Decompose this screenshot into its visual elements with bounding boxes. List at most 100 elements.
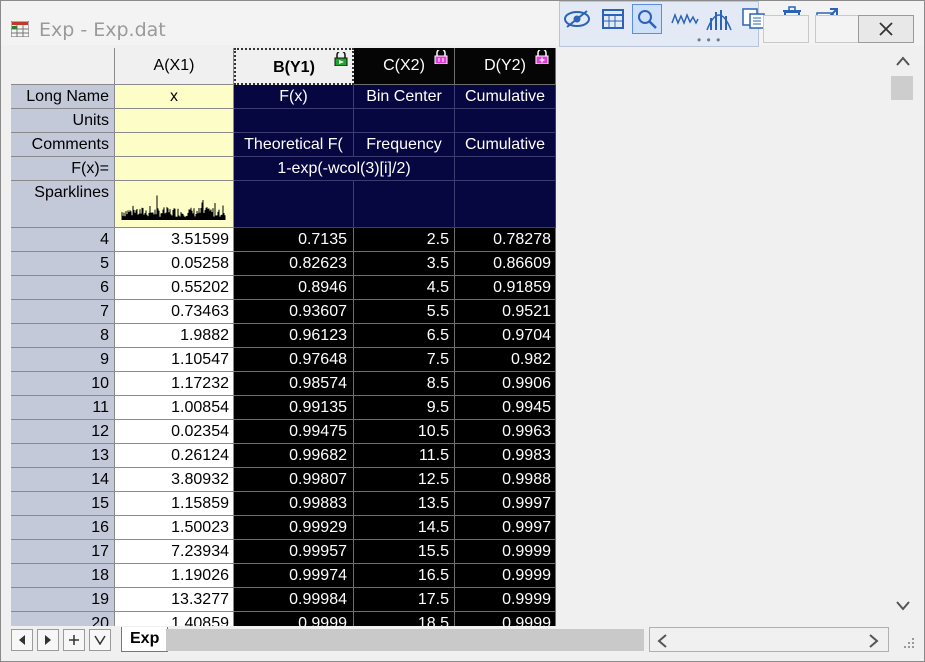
cell-c[interactable]: 11.5 [354,444,455,468]
row-label-sparklines[interactable]: Sparklines [11,181,115,228]
cell-a[interactable]: 1.15859 [115,492,234,516]
cell-c[interactable]: 4.5 [354,276,455,300]
cell-c[interactable]: 15.5 [354,540,455,564]
cell-d[interactable]: 0.9999 [455,588,556,612]
scroll-up-icon[interactable] [896,56,910,66]
add-sheet-icon[interactable] [63,629,85,651]
sheet-tab-exp[interactable]: Exp [121,627,169,652]
cell-d[interactable]: 0.9521 [455,300,556,324]
row-number[interactable]: 8 [11,324,115,348]
cell-d[interactable]: 0.9999 [455,564,556,588]
toolbar-grip-icon[interactable]: • • • [697,33,721,47]
scroll-left-icon[interactable] [657,634,667,648]
cell-b[interactable]: 0.99475 [234,420,354,444]
cell-b[interactable]: 0.99984 [234,588,354,612]
formula-a[interactable] [115,157,234,181]
column-header-a[interactable]: A(X1) [115,48,234,85]
cell-c[interactable]: 17.5 [354,588,455,612]
long-name-d[interactable]: Cumulative [455,85,556,109]
zoom-icon[interactable] [632,4,662,34]
cell-d[interactable]: 0.982 [455,348,556,372]
cell-d[interactable]: 0.9999 [455,540,556,564]
cell-b[interactable]: 0.99974 [234,564,354,588]
formula-b[interactable]: 1-exp(-wcol(3)[i]/2) [234,157,455,181]
units-c[interactable] [354,109,455,133]
sparkline-c[interactable] [354,181,455,228]
row-number[interactable]: 6 [11,276,115,300]
row-number[interactable]: 19 [11,588,115,612]
sparkline-d[interactable] [455,181,556,228]
minimize-button[interactable] [763,15,809,43]
row-number[interactable]: 12 [11,420,115,444]
cell-d[interactable]: 0.9983 [455,444,556,468]
units-a[interactable] [115,109,234,133]
comments-c[interactable]: Frequency [354,133,455,157]
cell-c[interactable]: 9.5 [354,396,455,420]
vertical-scrollbar[interactable] [889,48,917,626]
row-label-formula[interactable]: F(x)= [11,157,115,181]
horizontal-scrollbar[interactable] [649,627,889,652]
cell-d[interactable]: 0.91859 [455,276,556,300]
cell-c[interactable]: 5.5 [354,300,455,324]
formula-d[interactable] [455,157,556,181]
cell-c[interactable]: 3.5 [354,252,455,276]
cell-b[interactable]: 0.8946 [234,276,354,300]
cell-a[interactable]: 1.00854 [115,396,234,420]
cell-c[interactable]: 12.5 [354,468,455,492]
cell-a[interactable]: 3.80932 [115,468,234,492]
cell-a[interactable]: 0.05258 [115,252,234,276]
table-icon[interactable] [598,4,628,34]
prev-sheet-icon[interactable] [11,629,33,651]
cell-c[interactable]: 16.5 [354,564,455,588]
column-header-b[interactable]: B(Y1) [234,48,354,85]
cell-a[interactable]: 1.50023 [115,516,234,540]
row-number[interactable]: 16 [11,516,115,540]
sparkline-a[interactable] [115,181,234,228]
cell-c[interactable]: 6.5 [354,324,455,348]
long-name-a[interactable]: x [115,85,234,109]
sheet-tab-scroll[interactable] [166,629,644,651]
cell-d[interactable]: 0.9906 [455,372,556,396]
row-number[interactable]: 9 [11,348,115,372]
cell-b[interactable]: 0.99135 [234,396,354,420]
cell-b[interactable]: 0.99957 [234,540,354,564]
maximize-button[interactable] [815,15,861,43]
cell-c[interactable]: 13.5 [354,492,455,516]
close-button[interactable] [858,15,914,43]
cell-b[interactable]: 0.99682 [234,444,354,468]
row-number[interactable]: 5 [11,252,115,276]
row-number[interactable]: 15 [11,492,115,516]
scroll-right-icon[interactable] [869,634,879,648]
column-stat-icon[interactable] [704,4,734,34]
row-number[interactable]: 4 [11,228,115,252]
cell-b[interactable]: 0.97648 [234,348,354,372]
cell-b[interactable]: 0.9999 [234,612,354,626]
cell-c[interactable]: 10.5 [354,420,455,444]
resize-grip-icon[interactable] [901,635,915,649]
cell-d[interactable]: 0.9704 [455,324,556,348]
eye-icon[interactable] [562,4,592,34]
cell-d[interactable]: 0.9988 [455,468,556,492]
cell-b[interactable]: 0.93607 [234,300,354,324]
cell-d[interactable]: 0.78278 [455,228,556,252]
cell-d[interactable]: 0.9997 [455,516,556,540]
row-label-comments[interactable]: Comments [11,133,115,157]
cell-c[interactable]: 2.5 [354,228,455,252]
vertical-scroll-thumb[interactable] [891,76,913,100]
row-label-units[interactable]: Units [11,109,115,133]
units-b[interactable] [234,109,354,133]
cell-a[interactable]: 0.02354 [115,420,234,444]
row-number[interactable]: 7 [11,300,115,324]
cell-d[interactable]: 0.9945 [455,396,556,420]
title-bar[interactable]: Exp - Exp.dat • • • [1,1,924,47]
cell-a[interactable]: 0.26124 [115,444,234,468]
cell-c[interactable]: 18.5 [354,612,455,626]
comments-a[interactable] [115,133,234,157]
row-number[interactable]: 14 [11,468,115,492]
row-number[interactable]: 18 [11,564,115,588]
scroll-down-icon[interactable] [896,601,910,611]
cell-c[interactable]: 14.5 [354,516,455,540]
row-number[interactable]: 20 [11,612,115,626]
cell-b[interactable]: 0.99807 [234,468,354,492]
cell-a[interactable]: 1.40859 [115,612,234,626]
